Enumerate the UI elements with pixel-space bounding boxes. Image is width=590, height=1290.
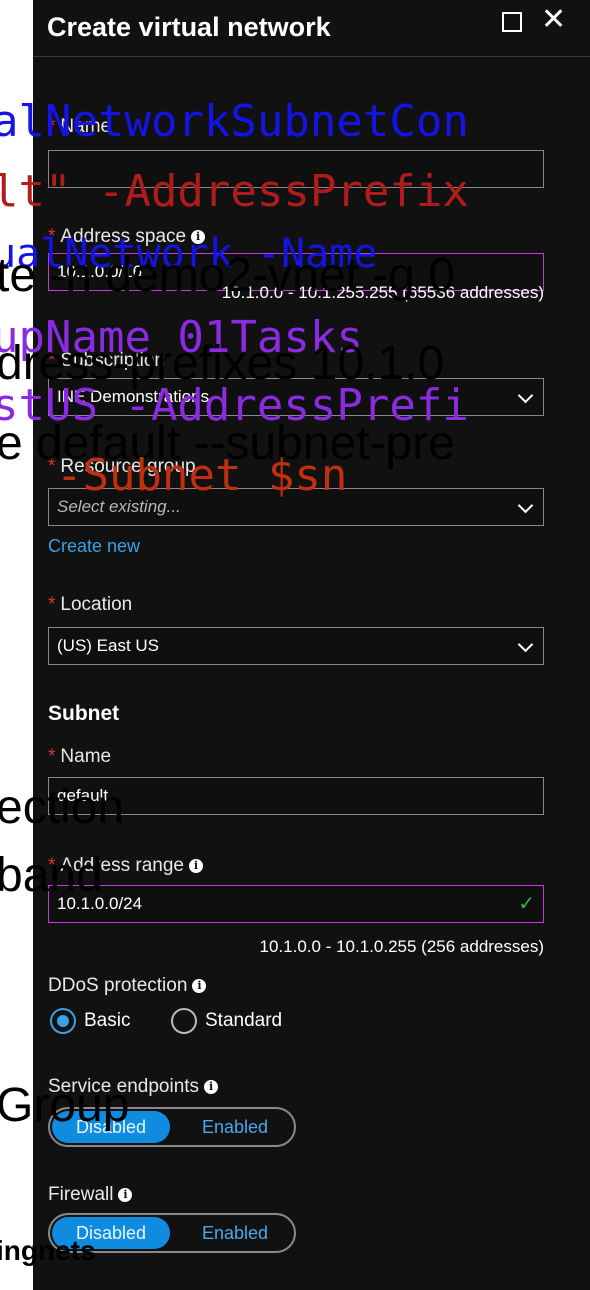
service-endpoints-toggle[interactable]: Disabled Enabled xyxy=(48,1107,296,1147)
subnet-heading: Subnet xyxy=(48,702,120,725)
service-endpoints-disabled[interactable]: Disabled xyxy=(52,1111,170,1143)
firewall-disabled[interactable]: Disabled xyxy=(52,1217,170,1249)
blade-title: Create virtual network xyxy=(47,12,331,42)
ddos-label: DDoS protection i xyxy=(48,975,207,997)
firewall-enabled[interactable]: Enabled xyxy=(180,1217,290,1249)
blade-header: Create virtual network ✕ xyxy=(33,0,590,57)
vnet-name-input[interactable] xyxy=(48,150,544,188)
location-label: * Location xyxy=(48,594,133,615)
service-endpoints-label: Service endpoints i xyxy=(48,1076,219,1098)
info-icon[interactable]: i xyxy=(118,1187,133,1202)
info-icon[interactable]: i xyxy=(191,229,206,244)
subnet-name-label: * Name xyxy=(48,746,112,767)
address-range-label: * Address range i xyxy=(48,855,203,877)
firewall-label: Firewall i xyxy=(48,1184,133,1206)
radio-selected-icon xyxy=(50,1007,76,1034)
service-endpoints-enabled[interactable]: Enabled xyxy=(180,1111,290,1143)
checkmark-icon: ✓ xyxy=(518,893,535,915)
name-label: * Name xyxy=(48,116,112,137)
subnet-name-input[interactable]: default xyxy=(48,777,544,815)
ddos-basic-radio[interactable]: Basic xyxy=(50,1006,130,1036)
info-icon[interactable]: i xyxy=(188,858,203,873)
create-vnet-blade: Create virtual network ✕ * Name * Address … xyxy=(33,0,590,1290)
info-icon[interactable]: i xyxy=(192,978,207,993)
maximize-icon[interactable] xyxy=(502,12,522,32)
address-space-label: * Address space i xyxy=(48,226,206,248)
address-range-input[interactable]: 10.1.0.0/24 ✓ xyxy=(48,885,544,923)
address-range-hint: 10.1.0.0 - 10.1.0.255 (256 addresses) xyxy=(259,937,544,956)
resource-group-label: * Resource group xyxy=(48,456,196,477)
info-icon[interactable]: i xyxy=(204,1079,219,1094)
subscription-label: * Subscription xyxy=(48,350,165,371)
create-new-link[interactable]: Create new xyxy=(48,536,140,557)
subscription-select[interactable]: INE Demonstrations xyxy=(48,378,544,416)
ddos-standard-radio[interactable]: Standard xyxy=(171,1006,282,1036)
resource-group-select[interactable]: Select existing... xyxy=(48,488,544,526)
firewall-toggle[interactable]: Disabled Enabled xyxy=(48,1213,296,1253)
location-select[interactable]: (US) East US xyxy=(48,627,544,665)
close-icon[interactable]: ✕ xyxy=(541,5,566,35)
address-space-hint: 10.1.0.0 - 10.1.255.255 (65536 addresses… xyxy=(221,283,544,302)
radio-empty-icon xyxy=(171,1007,197,1034)
